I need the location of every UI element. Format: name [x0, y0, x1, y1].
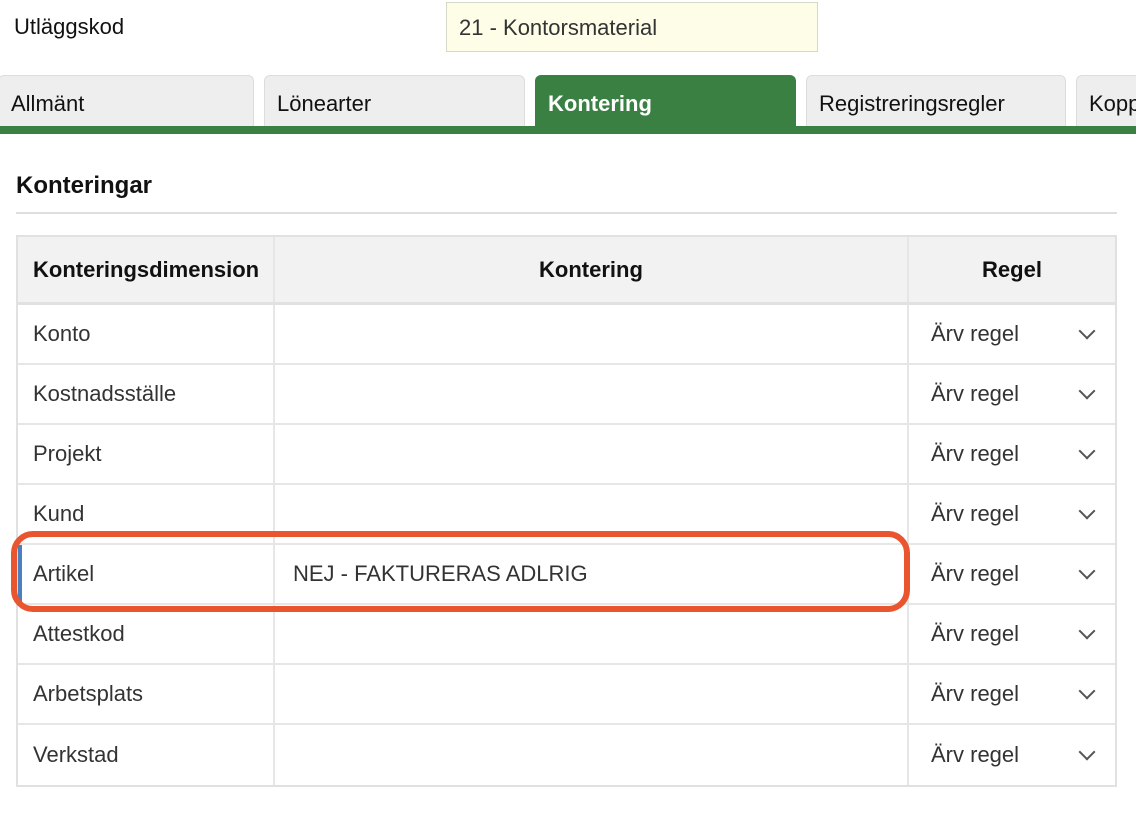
regel-dropdown[interactable]: Ärv regel	[909, 485, 1115, 543]
section-title: Konteringar	[16, 172, 153, 199]
chevron-down-icon[interactable]	[1078, 382, 1096, 400]
regel-dropdown[interactable]: Ärv regel	[909, 425, 1115, 483]
kontering-cell[interactable]	[275, 485, 909, 543]
dimension-cell: Projekt	[18, 425, 275, 483]
kontering-cell[interactable]	[275, 665, 909, 723]
table-row[interactable]: Projekt Ärv regel	[18, 425, 1115, 485]
table-row[interactable]: Kund Ärv regel	[18, 485, 1115, 545]
table-row[interactable]: Kostnadsställe Ärv regel	[18, 365, 1115, 425]
section-divider	[16, 212, 1117, 214]
regel-value: Ärv regel	[931, 501, 1020, 526]
header-konteringsdimension[interactable]: Konteringsdimension	[18, 237, 275, 302]
header-kontering[interactable]: Kontering	[275, 237, 909, 302]
regel-dropdown[interactable]: Ärv regel	[909, 305, 1115, 363]
regel-value: Ärv regel	[931, 561, 1020, 586]
chevron-down-icon[interactable]	[1078, 442, 1096, 460]
table-row[interactable]: Artikel NEJ - FAKTURERAS ADLRIG Ärv regel	[18, 545, 1115, 605]
kontering-cell[interactable]: NEJ - FAKTURERAS ADLRIG	[275, 545, 909, 603]
dimension-cell: Konto	[18, 305, 275, 363]
chevron-down-icon[interactable]	[1078, 502, 1096, 520]
utlaggskod-label: Utläggskod	[14, 14, 125, 39]
regel-value: Ärv regel	[931, 381, 1020, 406]
chevron-down-icon[interactable]	[1078, 682, 1096, 700]
tab-kontering[interactable]: Kontering	[535, 75, 796, 130]
regel-value: Ärv regel	[931, 681, 1020, 706]
dimension-cell: Artikel	[18, 545, 275, 603]
dimension-cell: Kund	[18, 485, 275, 543]
kontering-cell[interactable]	[275, 605, 909, 663]
utlaggskod-row: Utläggskod 21 - Kontorsmaterial	[0, 0, 1136, 56]
konteringar-table: Konteringsdimension Kontering Regel Kont…	[16, 235, 1117, 787]
kontering-cell[interactable]	[275, 365, 909, 423]
table-row[interactable]: Verkstad Ärv regel	[18, 725, 1115, 785]
tab-allmant[interactable]: Allmänt	[0, 75, 254, 127]
tab-underline	[0, 126, 1136, 134]
dimension-cell: Attestkod	[18, 605, 275, 663]
table-row[interactable]: Arbetsplats Ärv regel	[18, 665, 1115, 725]
chevron-down-icon[interactable]	[1078, 743, 1096, 761]
regel-dropdown[interactable]: Ärv regel	[909, 665, 1115, 723]
page: Utläggskod 21 - Kontorsmaterial Allmänt …	[0, 0, 1136, 816]
header-regel[interactable]: Regel	[909, 237, 1115, 302]
chevron-down-icon[interactable]	[1078, 322, 1096, 340]
table-row[interactable]: Konto Ärv regel	[18, 305, 1115, 365]
regel-value: Ärv regel	[931, 742, 1020, 767]
table-row[interactable]: Attestkod Ärv regel	[18, 605, 1115, 665]
regel-value: Ärv regel	[931, 321, 1020, 346]
table-body: Konto Ärv regel Kostnadsställe Ärv regel Pro…	[18, 305, 1115, 785]
dimension-cell: Verkstad	[18, 725, 275, 785]
tab-kopp[interactable]: Kopp	[1076, 75, 1136, 127]
kontering-cell[interactable]	[275, 725, 909, 785]
regel-dropdown[interactable]: Ärv regel	[909, 725, 1115, 785]
chevron-down-icon[interactable]	[1078, 622, 1096, 640]
table-header: Konteringsdimension Kontering Regel	[18, 237, 1115, 305]
regel-dropdown[interactable]: Ärv regel	[909, 545, 1115, 603]
dimension-cell: Kostnadsställe	[18, 365, 275, 423]
tab-lonearter[interactable]: Lönearter	[264, 75, 525, 127]
tab-registreringsregler[interactable]: Registreringsregler	[806, 75, 1066, 127]
dimension-cell: Arbetsplats	[18, 665, 275, 723]
regel-dropdown[interactable]: Ärv regel	[909, 365, 1115, 423]
tab-bar: Allmänt Lönearter Kontering Registrering…	[0, 74, 1136, 134]
regel-value: Ärv regel	[931, 621, 1020, 646]
chevron-down-icon[interactable]	[1078, 562, 1096, 580]
regel-value: Ärv regel	[931, 441, 1020, 466]
kontering-cell[interactable]	[275, 425, 909, 483]
regel-dropdown[interactable]: Ärv regel	[909, 605, 1115, 663]
kontering-cell[interactable]	[275, 305, 909, 363]
utlaggskod-field[interactable]: 21 - Kontorsmaterial	[446, 2, 818, 52]
